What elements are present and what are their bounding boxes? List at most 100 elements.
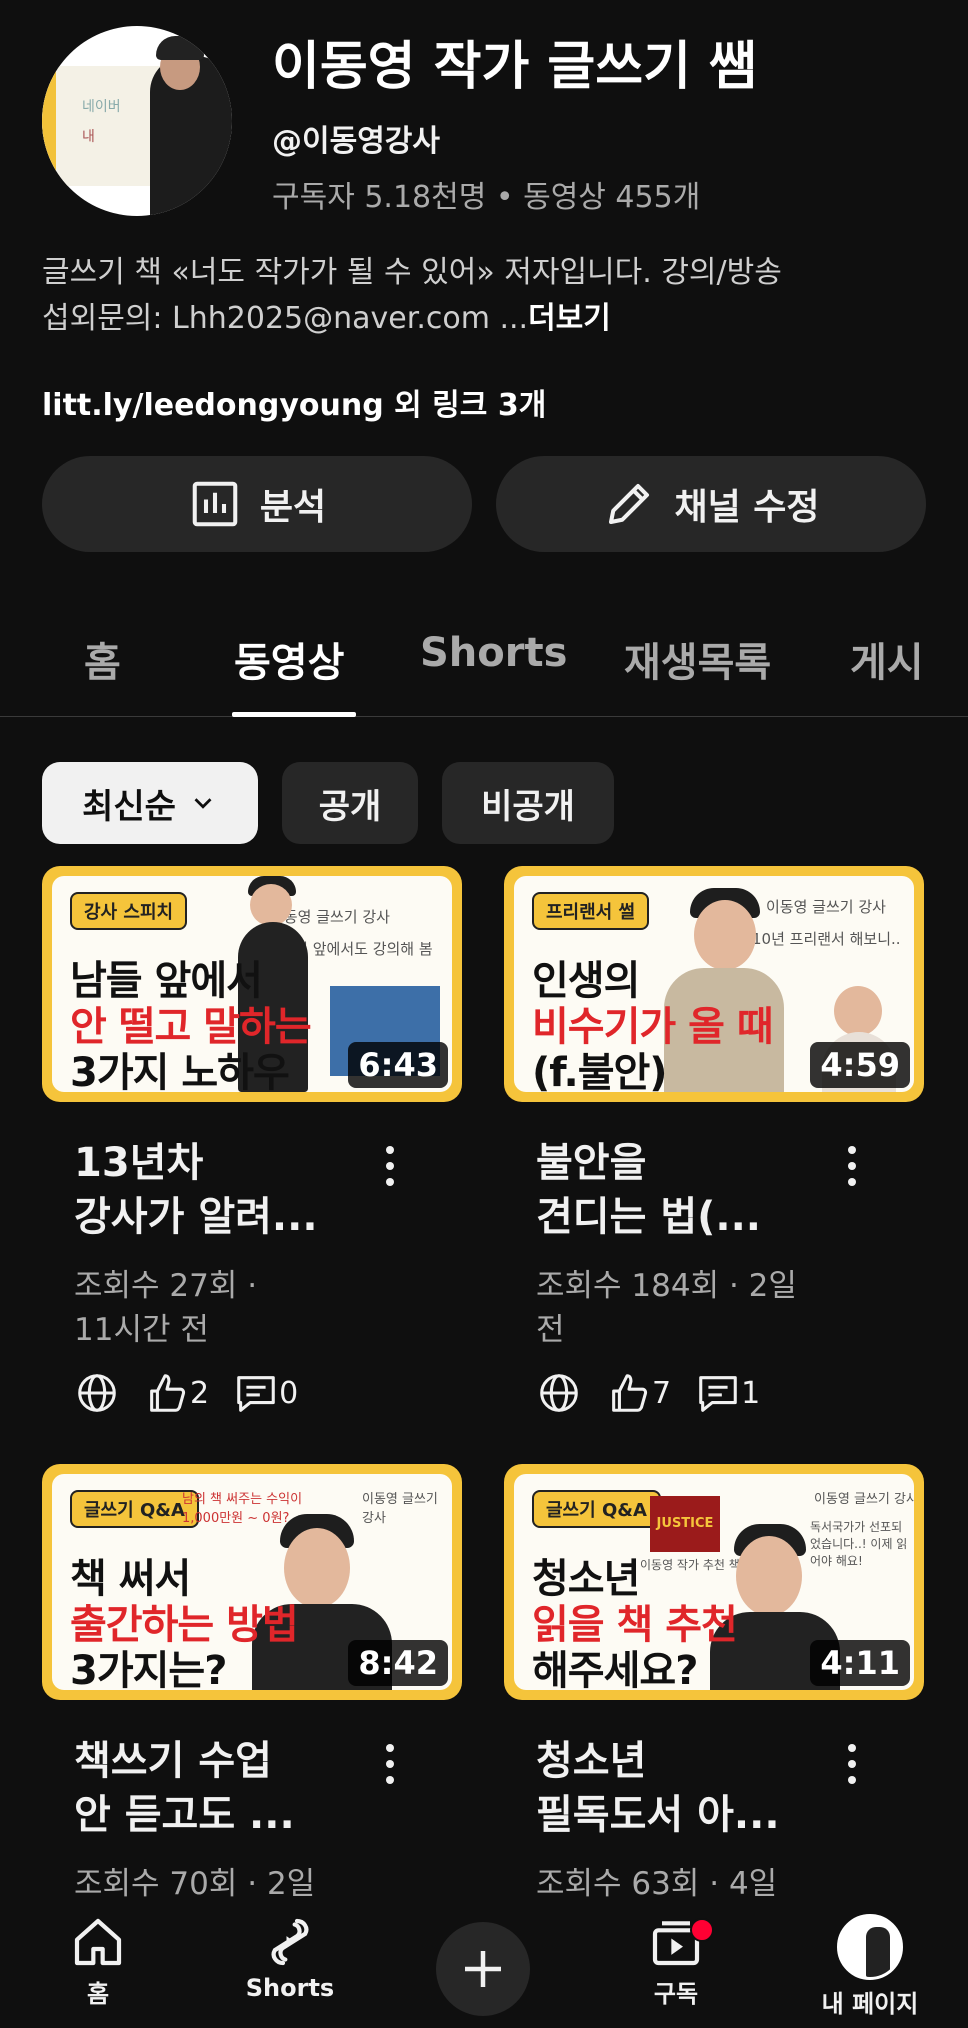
comment-count: 0 (279, 1375, 299, 1411)
tab-videos[interactable]: 동영상 (234, 630, 344, 688)
edit-channel-button[interactable]: 채널 수정 (496, 456, 926, 552)
active-tab-indicator (232, 712, 356, 717)
more-link[interactable]: 더보기 (528, 301, 611, 336)
description-line: 글쓰기 책 «너도 작가가 될 수 있어» 저자입니다. 강의/방송 (42, 255, 782, 290)
video-title[interactable]: 책쓰기 수업 안 듣고도 ... (74, 1734, 374, 1842)
duration-badge: 4:11 (810, 1640, 910, 1686)
tab-shorts[interactable]: Shorts (420, 630, 567, 676)
nav-subscriptions-label: 구독 (653, 1980, 699, 2008)
video-thumbnail[interactable]: 글쓰기 Q&A 이동영 글쓰기 강사 남의 책 써주는 수익이 1,000만원 … (42, 1464, 462, 1700)
channel-description[interactable]: 글쓰기 책 «너도 작가가 될 수 있어» 저자입니다. 강의/방송 섭외문의:… (42, 250, 922, 342)
filter-public[interactable]: 공개 (282, 762, 418, 844)
channel-handle: @이동영강사 (272, 124, 440, 159)
like-count: 2 (190, 1375, 210, 1411)
thumb-line: 해주세요? (532, 1648, 698, 1690)
tab-posts[interactable]: 게시 (850, 630, 924, 688)
thumb-tag: 프리랜서 썰 (532, 892, 650, 930)
video-stats: 7 1 (536, 1370, 760, 1416)
comment-count: 1 (741, 1375, 761, 1411)
chevron-down-icon (194, 798, 212, 809)
thumb-tag: 글쓰기 Q&A (70, 1490, 199, 1528)
meta-line: 11시간 전 (74, 1312, 209, 1348)
duration-badge: 4:59 (810, 1042, 910, 1088)
video-meta: 조회수 27회 · 11시간 전 (74, 1264, 374, 1352)
thumbs-up-icon (150, 1374, 186, 1412)
title-line: 안 듣고도 ... (74, 1792, 295, 1838)
create-button[interactable] (436, 1922, 530, 2016)
video-title[interactable]: 청소년 필독도서 아... (536, 1734, 836, 1842)
nav-home[interactable]: 홈 (28, 1914, 168, 2009)
title-line: 불안을 (536, 1140, 647, 1186)
channel-stats: 구독자 5.18천명 • 동영상 455개 (272, 180, 701, 215)
avatar-text: 네이버 (82, 99, 121, 115)
nav-you-label: 내 페이지 (821, 1990, 919, 2018)
comment-icon (699, 1376, 737, 1412)
video-thumbnail[interactable]: 프리랜서 썰 이동영 글쓰기 강사 10년 프리랜서 해보니.. 인생의 비수기… (504, 866, 924, 1102)
video-title[interactable]: 13년차 강사가 알려... (74, 1136, 374, 1244)
book-cover: JUSTICE (650, 1496, 720, 1552)
description-line: 섭외문의: Lhh2025@naver.com ... (42, 301, 529, 336)
video-meta: 조회수 184회 · 2일 전 (536, 1264, 836, 1352)
avatar-text: 내 (82, 129, 95, 145)
thumb-note: 독서국가가 선포되었습니다..! 이제 읽어야 해요! (810, 1520, 908, 1568)
tab-home[interactable]: 홈 (84, 630, 121, 688)
thumb-brand: 이동영 글쓰기 강사 (766, 898, 886, 916)
globe-icon (540, 1374, 578, 1412)
thumb-tag: 글쓰기 Q&A (532, 1490, 661, 1528)
nav-subscriptions[interactable]: 구독 (606, 1914, 746, 2009)
sort-label: 최신순 (82, 786, 176, 827)
plus-icon (465, 1951, 501, 1987)
thumb-tag: 강사 스피치 (70, 892, 188, 930)
meta-line: 조회수 184회 · 2일 (536, 1268, 797, 1304)
meta-line: 조회수 27회 · (74, 1268, 258, 1304)
thumb-line: (f.불안) (532, 1050, 668, 1092)
more-options-icon[interactable] (380, 1744, 400, 1788)
analytics-button[interactable]: 분석 (42, 456, 472, 552)
comment-icon (237, 1376, 275, 1412)
channel-avatar[interactable]: 네이버 내 (42, 26, 232, 216)
home-icon (74, 1918, 122, 1966)
more-options-icon[interactable] (842, 1146, 862, 1190)
title-line: 청소년 (536, 1738, 647, 1784)
more-options-icon[interactable] (380, 1146, 400, 1190)
tab-playlists[interactable]: 재생목록 (624, 630, 771, 688)
bottom-nav: 홈 Shorts 구독 내 페이지 (0, 1900, 968, 2028)
duration-badge: 8:42 (348, 1640, 448, 1686)
nav-you[interactable]: 내 페이지 (800, 1914, 940, 2019)
sort-dropdown[interactable]: 최신순 (42, 762, 258, 844)
video-thumbnail[interactable]: 강사 스피치 이동영 글쓰기 강사 1000명 앞에서도 강의해 봄 남들 앞에… (42, 866, 462, 1102)
channel-tabs: 홈 동영상 Shorts 재생목록 게시 (0, 620, 968, 717)
thumb-line: 3가지 노하우 (70, 1050, 290, 1092)
filter-private[interactable]: 비공개 (442, 762, 614, 844)
nav-home-label: 홈 (86, 1980, 110, 2008)
video-thumbnail[interactable]: 글쓰기 Q&A 이동영 글쓰기 강사 독서국가가 선포되었습니다..! 이제 읽… (504, 1464, 924, 1700)
duration-badge: 6:43 (348, 1042, 448, 1088)
meta-line: 전 (536, 1312, 565, 1348)
thumb-brand: 이동영 글쓰기 강사 (362, 1492, 438, 1526)
video-title[interactable]: 불안을 견디는 법(... (536, 1136, 836, 1244)
bar-chart-icon (192, 481, 238, 527)
like-count: 7 (652, 1375, 672, 1411)
title-line: 13년차 (74, 1140, 204, 1186)
analytics-label: 분석 (259, 487, 327, 528)
video-stats: 2 0 (74, 1370, 298, 1416)
title-line: 견디는 법(... (536, 1194, 761, 1240)
book-caption: 이동영 작가 추천 책 (640, 1558, 740, 1572)
thumbs-up-icon (612, 1374, 648, 1412)
globe-icon (78, 1374, 116, 1412)
nav-shorts-label: Shorts (245, 1974, 335, 2002)
nav-shorts[interactable]: Shorts (220, 1914, 360, 2002)
channel-name: 이동영 작가 글쓰기 쌤 (272, 37, 757, 97)
channel-links[interactable]: litt.ly/leedongyoung 외 링크 3개 (42, 380, 546, 424)
more-options-icon[interactable] (842, 1744, 862, 1788)
pencil-icon (609, 483, 650, 525)
title-line: 필독도서 아... (536, 1792, 780, 1838)
thumb-brand: 이동영 글쓰기 강사 (814, 1492, 914, 1507)
thumb-note: 10년 프리랜서 해보니.. (752, 930, 901, 948)
title-line: 강사가 알려... (74, 1194, 318, 1240)
edit-label: 채널 수정 (674, 487, 820, 528)
shorts-icon (271, 1918, 309, 1966)
thumb-line: 3가지는? (70, 1648, 227, 1690)
profile-avatar (837, 1914, 903, 1980)
title-line: 책쓰기 수업 (74, 1738, 272, 1784)
